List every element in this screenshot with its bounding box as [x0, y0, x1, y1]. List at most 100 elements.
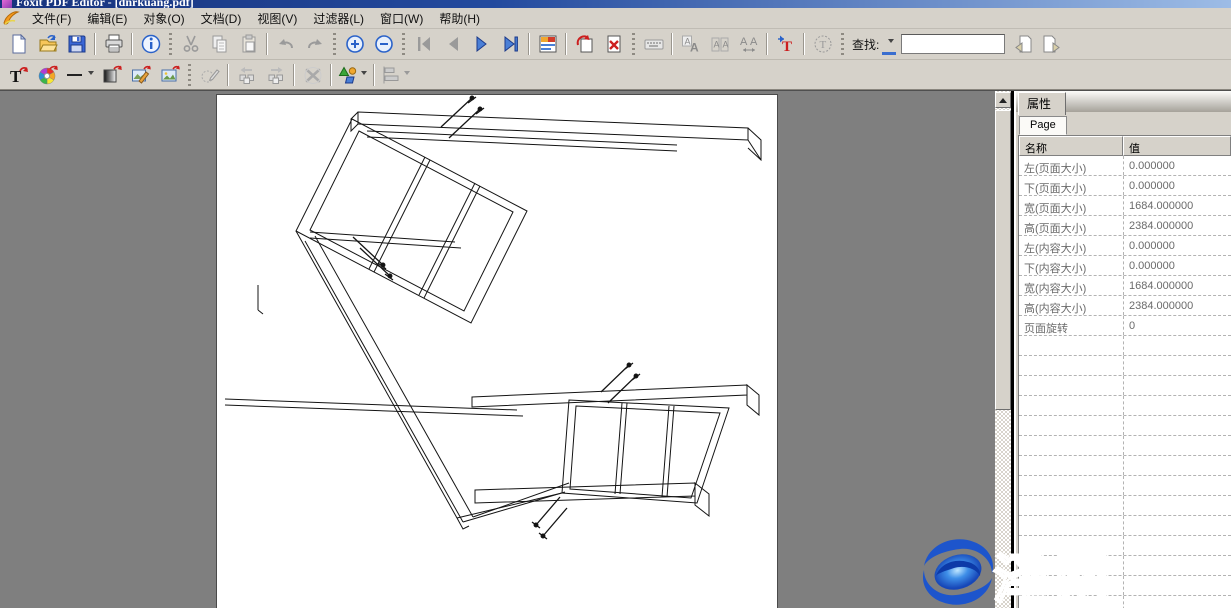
vertical-scrollbar[interactable]: [995, 91, 1011, 608]
match-font-button[interactable]: AA: [705, 31, 734, 57]
last-page-button[interactable]: [496, 31, 525, 57]
property-row-empty[interactable]: [1019, 436, 1231, 456]
edit-image-button[interactable]: [126, 62, 155, 88]
arrow-up-icon: [999, 94, 1007, 103]
property-row-empty[interactable]: [1019, 516, 1231, 536]
page-thumbnails-icon: [538, 34, 558, 54]
align-objects-button[interactable]: [378, 62, 413, 88]
open-file-button[interactable]: [33, 31, 62, 57]
title-bar: Foxit PDF Editor - [dnrkuang.pdf]: [0, 0, 1231, 8]
add-text-button[interactable]: T: [4, 62, 33, 88]
delete-page-button[interactable]: [599, 31, 628, 57]
property-row-empty[interactable]: [1019, 356, 1231, 376]
previous-page-button[interactable]: [438, 31, 467, 57]
menu-item[interactable]: 文件(F): [24, 8, 79, 29]
toolbar-separator: [671, 33, 673, 55]
document-page[interactable]: [217, 95, 777, 608]
delete-object-button[interactable]: [298, 62, 327, 88]
property-name: [1019, 456, 1123, 475]
add-shading-button[interactable]: [97, 62, 126, 88]
find-input[interactable]: [901, 34, 1005, 54]
column-header-value[interactable]: 值: [1123, 136, 1231, 156]
character-spacing-button[interactable]: AA: [734, 31, 763, 57]
property-row[interactable]: 高(页面大小)2384.000000: [1019, 216, 1231, 236]
undo-button[interactable]: [271, 31, 300, 57]
menu-item[interactable]: 帮助(H): [431, 8, 488, 29]
replace-font-button[interactable]: AA: [676, 31, 705, 57]
property-row-empty[interactable]: [1019, 376, 1231, 396]
find-next-button[interactable]: [1037, 32, 1064, 57]
save-button[interactable]: [62, 31, 91, 57]
canvas-area[interactable]: [0, 91, 995, 608]
new-document-button[interactable]: [4, 31, 33, 57]
gradient-icon: [102, 65, 122, 85]
toolbar-separator: [266, 33, 268, 55]
virtual-keyboard-button[interactable]: [639, 31, 668, 57]
zoom-out-button[interactable]: [369, 31, 398, 57]
zoom-in-button[interactable]: [340, 31, 369, 57]
property-row-empty[interactable]: [1019, 396, 1231, 416]
add-shape-button[interactable]: [335, 62, 370, 88]
property-row-empty[interactable]: [1019, 476, 1231, 496]
svg-text:T: T: [782, 39, 792, 54]
find-previous-button[interactable]: [1010, 32, 1037, 57]
property-name: [1019, 356, 1123, 375]
redo-button[interactable]: [300, 31, 329, 57]
property-row[interactable]: 左(内容大小)0.000000: [1019, 236, 1231, 256]
copy-button[interactable]: [205, 31, 234, 57]
column-header-name[interactable]: 名称: [1019, 136, 1123, 156]
document-info-button[interactable]: [136, 31, 165, 57]
properties-title-tab[interactable]: 属性: [1018, 92, 1066, 115]
paste-button[interactable]: [234, 31, 263, 57]
property-row-empty[interactable]: [1019, 496, 1231, 516]
scroll-up-button[interactable]: [995, 92, 1011, 108]
property-row[interactable]: 页面旋转0: [1019, 316, 1231, 336]
bring-forward-button[interactable]: [261, 62, 290, 88]
menu-item[interactable]: 编辑(E): [79, 8, 135, 29]
find-next-icon: [1041, 34, 1061, 54]
property-row[interactable]: 下(页面大小)0.000000: [1019, 176, 1231, 196]
page-thumbnails-button[interactable]: [533, 31, 562, 57]
tab-page[interactable]: Page: [1019, 116, 1067, 135]
menu-item[interactable]: 视图(V): [249, 8, 305, 29]
property-row[interactable]: 宽(页面大小)1684.000000: [1019, 196, 1231, 216]
main-toolbar: AA AA AA T T 查找:: [0, 29, 1231, 60]
property-row[interactable]: 下(内容大小)0.000000: [1019, 256, 1231, 276]
rotate-page-button[interactable]: [570, 31, 599, 57]
property-row-empty[interactable]: [1019, 416, 1231, 436]
add-image-button[interactable]: [155, 62, 184, 88]
find-dropdown-button[interactable]: [882, 33, 896, 55]
property-value: [1123, 436, 1231, 455]
send-backward-button[interactable]: [232, 62, 261, 88]
properties-panel: 属性 Page 名称 值 左(页面大小)0.000000下(页面大小)0.000…: [1014, 91, 1231, 608]
toolbar-separator: [565, 33, 567, 55]
next-page-button[interactable]: [467, 31, 496, 57]
zoom-in-icon: [345, 34, 365, 54]
menu-item[interactable]: 对象(O): [135, 8, 192, 29]
scroll-thumb[interactable]: [995, 110, 1011, 410]
property-value: 0.000000: [1123, 176, 1231, 195]
add-image-icon: [160, 65, 180, 85]
insert-text-button[interactable]: T: [771, 31, 800, 57]
property-value: 0.000000: [1123, 236, 1231, 255]
text-tool-button[interactable]: T: [808, 31, 837, 57]
property-row[interactable]: 高(内容大小)2384.000000: [1019, 296, 1231, 316]
property-row[interactable]: 宽(内容大小)1684.000000: [1019, 276, 1231, 296]
svg-text:A: A: [713, 40, 719, 50]
property-row-empty[interactable]: [1019, 336, 1231, 356]
edit-image-icon: [131, 65, 151, 85]
menu-item[interactable]: 窗口(W): [372, 8, 431, 29]
cut-button[interactable]: [176, 31, 205, 57]
property-name: 左(页面大小): [1019, 156, 1123, 175]
line-style-button[interactable]: [62, 62, 97, 88]
first-page-button[interactable]: [409, 31, 438, 57]
clone-object-button[interactable]: [195, 62, 224, 88]
property-row-empty[interactable]: [1019, 456, 1231, 476]
add-color-button[interactable]: [33, 62, 62, 88]
character-spacing-icon: AA: [739, 34, 759, 54]
print-button[interactable]: [99, 31, 128, 57]
property-row[interactable]: 左(页面大小)0.000000: [1019, 156, 1231, 176]
menu-item[interactable]: 过滤器(L): [305, 8, 372, 29]
first-page-icon: [414, 34, 434, 54]
menu-item[interactable]: 文档(D): [193, 8, 250, 29]
